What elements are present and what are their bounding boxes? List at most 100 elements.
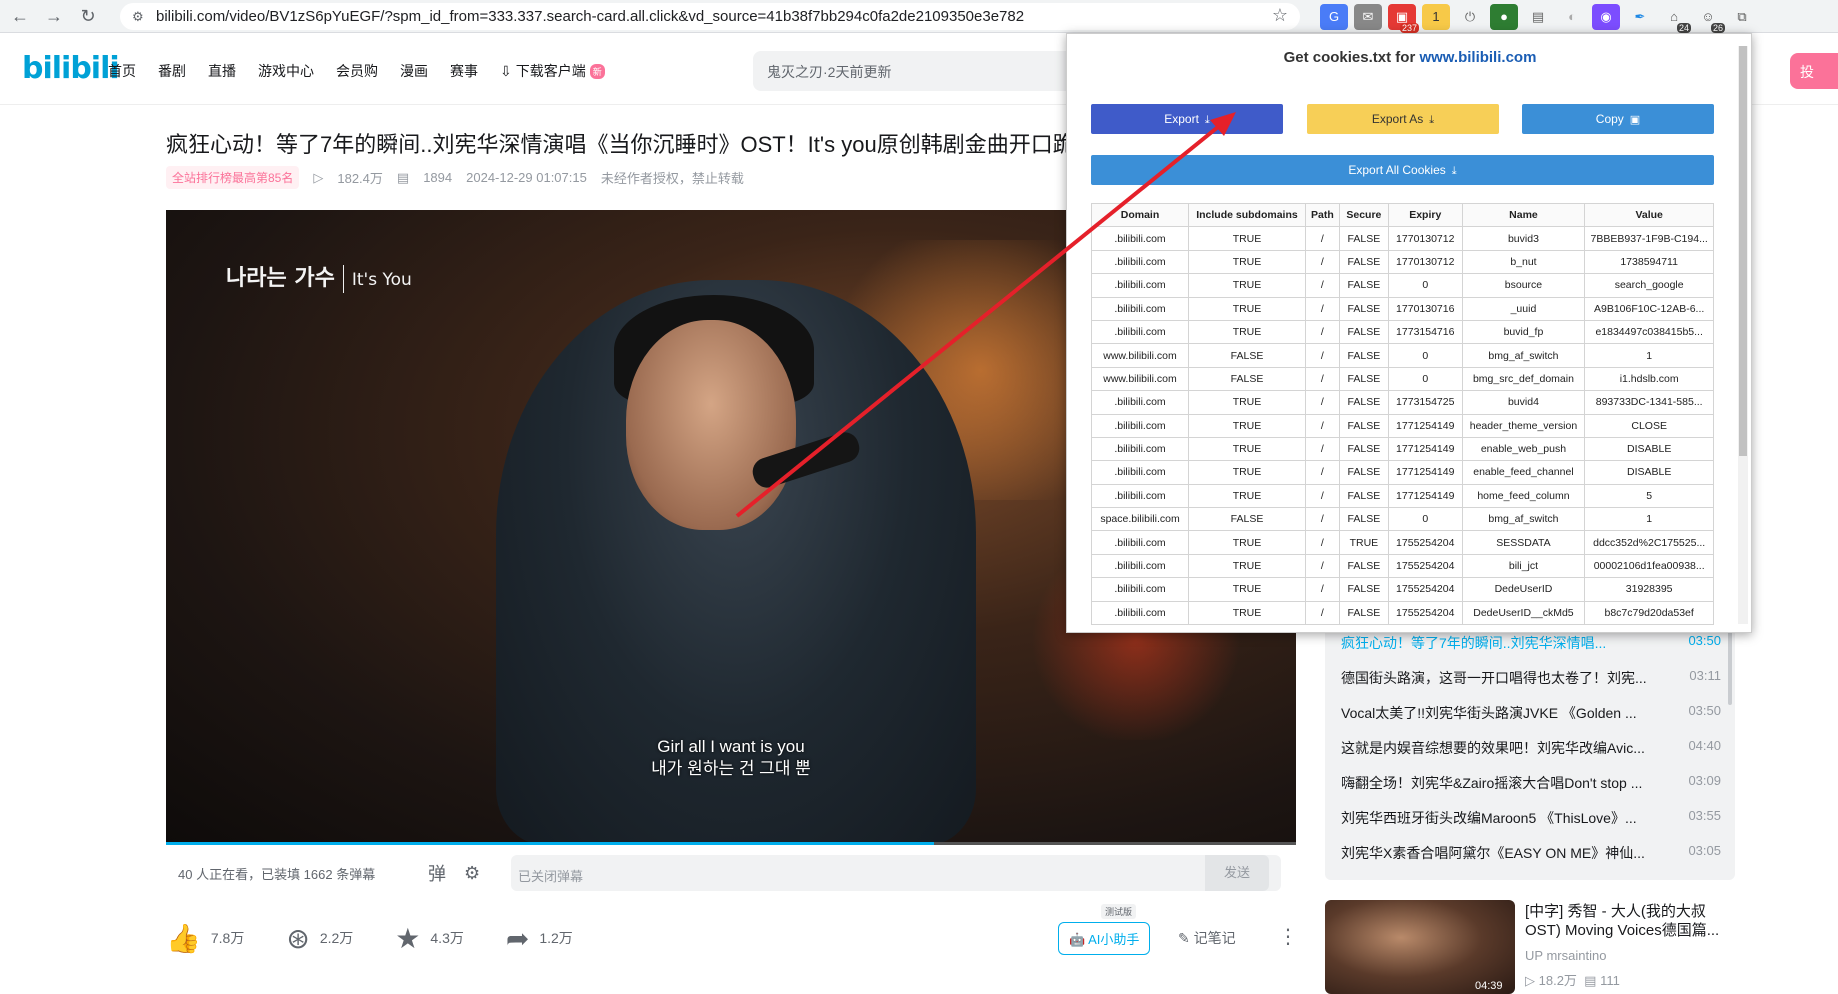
playlist-item[interactable]: 刘宪华西班牙街头改编Maroon5 《ThisLove》... 03:55 [1341,808,1721,828]
cookie-cell: search_google [1584,273,1714,298]
cookie-cell: / [1304,577,1340,602]
site-info-icon[interactable]: ⚙ [132,9,147,24]
nav-mall[interactable]: 会员购 [336,61,378,81]
fav-count: 4.3万 [430,930,464,946]
export-as-button[interactable]: Export As ⤓ [1307,104,1499,134]
playlist-scrollbar[interactable] [1728,625,1732,705]
popup-scrollbar[interactable] [1738,46,1748,624]
download-icon: ⤓ [1204,114,1210,126]
upload-button[interactable]: 投 [1790,53,1838,89]
singer-face [626,320,796,530]
cookie-cell: / [1304,390,1340,415]
nav-game-center[interactable]: 游戏中心 [258,61,314,81]
back-icon[interactable]: ← [6,2,34,30]
cookie-cell: FALSE [1338,296,1389,321]
search-input[interactable]: 鬼灭之刃·2天前更新 [753,51,1073,91]
power-extension-icon[interactable]: ⏻ [1456,4,1484,30]
cookie-cell: FALSE [1338,390,1389,415]
puzzle-extensions-icon[interactable]: ⧉ [1728,4,1756,30]
translate-extension-icon[interactable]: G [1320,3,1348,30]
recommended-video-card[interactable]: 04:39 [中字] 秀智 - 大人(我的大叔 OST) Moving Voic… [1325,900,1735,994]
recommended-title[interactable]: [中字] 秀智 - 大人(我的大叔 OST) Moving Voices德国篇.… [1525,902,1735,940]
video-meta: 全站排行榜最高第85名 ▷ 182.4万 ▤ 1894 2024-12-29 0… [166,166,744,189]
playlist-item[interactable]: 嗨翻全场！刘宪华&Zairo摇滚大合唱Don't stop ... 03:09 [1341,773,1721,793]
cookie-cell: .bilibili.com [1091,483,1190,509]
home-extension-icon[interactable]: ⌂ 24 [1660,4,1691,33]
send-danmaku-button[interactable]: 发送 [1205,855,1269,891]
url-text: bilibili.com/video/BV1zS6pYuEGF/?spm_id_… [156,8,1025,25]
playlist-item[interactable]: Vocal太美了!!刘宪华街头路演JVKE 《Golden ... 03:50 [1341,703,1721,723]
subtitle-english: Girl all I want is you [657,737,805,756]
nav-download-client[interactable]: ⇩ 下载客户端 新 [500,61,605,81]
danmaku-count: 1894 [423,170,453,185]
danmaku-settings-icon[interactable]: ⚙ [464,863,480,884]
playlist-item[interactable]: 刘宪华X素香合唱阿黛尔《EASY ON ME》神仙... 03:05 [1341,843,1721,863]
feather-extension-icon[interactable]: ✒ [1626,4,1654,30]
recommended-uploader[interactable]: UP mrsaintino [1525,948,1606,963]
cookie-cell: 893733DC-1341-585... [1584,390,1714,415]
bilibili-logo[interactable]: bilibili [22,51,120,86]
recommended-stats: ▷ 18.2万 ▤ 111 [1525,970,1620,989]
cookie-cell: / [1304,436,1340,462]
ai-test-badge: 测试版 [1101,904,1137,919]
recommended-thumbnail[interactable]: 04:39 [1325,900,1515,994]
playlist-item[interactable]: 疯狂心动！等了7年的瞬间..刘宪华深情唱... 03:50 [1341,633,1721,653]
recommended-duration: 04:39 [1475,980,1503,992]
share-button[interactable]: ➦ 1.2万 [506,922,573,955]
star-icon: ★ [395,922,421,954]
like-button[interactable]: 👍 7.8万 [166,922,244,955]
copy-button[interactable]: Copy ▣ [1522,104,1714,134]
nav-anime[interactable]: 番剧 [158,61,186,81]
cookie-cell: / [1304,413,1340,438]
cookie-row: .bilibili.com TRUE / FALSE 1770130716 _uuid A9… [1091,296,1714,321]
shield-extension-icon[interactable]: ◉ [1592,3,1620,30]
cookie-cell: b_nut [1461,249,1586,275]
video-progress-bar[interactable] [166,842,1296,845]
forward-icon[interactable]: → [40,2,68,30]
popup-title-prefix: Get cookies.txt for [1283,49,1420,66]
cookie-row: .bilibili.com TRUE / FALSE 1755254204 bili_jc… [1091,553,1714,579]
coin-button[interactable]: ⊛ 2.2万 [286,922,353,955]
ghost-extension-icon[interactable]: ◐ [1558,4,1586,30]
cookie-cell: 7BBEB937-1F9B-C194... [1584,226,1714,251]
new-badge: 新 [589,63,605,79]
danmaku-input[interactable]: 已关闭弹幕 发送 [511,855,1281,891]
ai-assistant-button[interactable]: 🤖 AI小助手 [1058,922,1151,955]
more-options-icon[interactable]: ⋮ [1278,924,1298,949]
nav-home[interactable]: 首页 [108,61,136,81]
danmaku-toggle-icon[interactable]: 弹 [428,860,446,886]
popup-title-link[interactable]: www.bilibili.com [1419,49,1536,66]
cookie-cell: TRUE [1188,530,1306,555]
cookie-cell: buvid4 [1461,390,1586,415]
favorite-button[interactable]: ★ 4.3万 [395,922,464,955]
cookie-extension-icon[interactable]: ☺ 26 [1694,4,1725,33]
globe-extension-icon[interactable]: ● [1490,3,1518,30]
cookie-cell: TRUE [1188,296,1306,321]
nav-match[interactable]: 赛事 [450,61,478,81]
cookie-cell: e1834497c038415b5... [1584,319,1714,345]
notification-extension-icon[interactable]: ▣ 237 [1388,3,1419,33]
export-all-cookies-button[interactable]: Export All Cookies ⤓ [1091,155,1714,185]
rank-badge[interactable]: 全站排行榜最高第85名 [166,166,300,189]
nav-manga[interactable]: 漫画 [400,61,428,81]
cookie-table-container[interactable]: Domain Include subdomains Path Secure Expiry… [1091,203,1714,625]
note-button[interactable]: ✎ 记笔记 [1178,928,1236,948]
cookie-cell: 0 [1387,273,1463,298]
playlist-item[interactable]: 这就是内娱音综想要的效果吧！刘宪华改编Avic... 04:40 [1341,738,1721,758]
cookie-cell: 0 [1387,366,1463,392]
export-button[interactable]: Export ⤓ [1091,104,1283,134]
clipboard-extension-icon[interactable]: ▤ [1524,4,1552,30]
mail-extension-icon[interactable]: ✉ [1354,3,1382,30]
reload-icon[interactable]: ↻ [74,2,102,30]
cookie-row: .bilibili.com TRUE / FALSE 1771254149 enable_… [1091,460,1714,485]
cookie-cell: bsource [1461,273,1586,298]
cookie-row: .bilibili.com TRUE / FALSE 1755254204 DedeUse… [1091,577,1714,602]
playlist-item[interactable]: 德国街头路演，这哥一开口唱得也太卷了！刘宪... 03:11 [1341,668,1721,688]
view-count: 182.4万 [337,171,383,186]
cookie-cell: FALSE [1188,507,1306,532]
note-extension-icon[interactable]: 1 [1422,3,1450,30]
popup-scroll-thumb[interactable] [1739,46,1747,456]
bookmark-star-icon[interactable]: ☆ [1272,5,1288,26]
address-bar[interactable]: ⚙ bilibili.com/video/BV1zS6pYuEGF/?spm_i… [120,3,1300,30]
nav-live[interactable]: 直播 [208,61,236,81]
